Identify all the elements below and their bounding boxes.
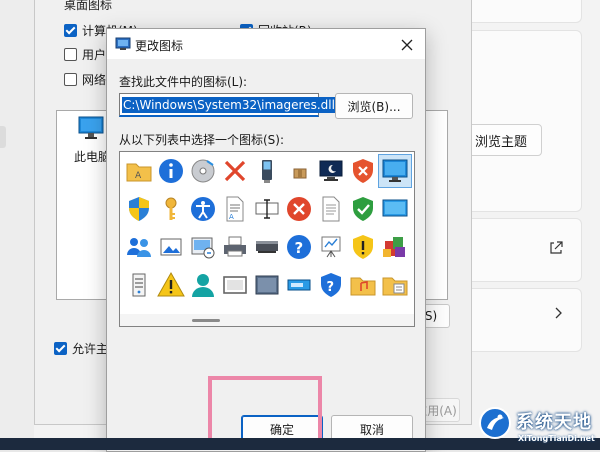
sleep-monitor-icon[interactable] bbox=[314, 154, 348, 188]
nav-indicator bbox=[0, 126, 6, 148]
printer-icon[interactable] bbox=[218, 230, 252, 264]
this-pc-label: 此电脑 bbox=[74, 150, 111, 164]
dialog-title: 更改图标 bbox=[135, 39, 184, 53]
shield-check-icon[interactable] bbox=[346, 192, 380, 226]
watermark-title: 系统天地 bbox=[516, 412, 592, 433]
shield-x-icon[interactable] bbox=[346, 154, 380, 188]
svg-text:?: ? bbox=[327, 280, 335, 295]
icon-file-path-value: C:\Windows\System32\imageres.dll bbox=[122, 97, 336, 113]
checkbox-box[interactable] bbox=[64, 24, 77, 37]
panel-icon[interactable] bbox=[250, 268, 284, 302]
drive-icon[interactable] bbox=[282, 268, 316, 302]
red-x-icon[interactable] bbox=[218, 154, 252, 188]
settings-nav-strip bbox=[0, 0, 34, 450]
network-checkbox[interactable]: 网络( bbox=[64, 71, 111, 88]
browse-themes-button[interactable]: 浏览主题 bbox=[460, 124, 542, 156]
svg-text:?: ? bbox=[295, 239, 304, 257]
icon-file-path-input[interactable]: C:\Windows\System32\imageres.dll bbox=[119, 93, 336, 117]
key-icon[interactable] bbox=[154, 192, 188, 226]
error-icon[interactable] bbox=[282, 192, 316, 226]
close-icon[interactable] bbox=[397, 35, 417, 55]
usb-drive-icon[interactable] bbox=[250, 154, 284, 188]
control-panel-icon[interactable] bbox=[186, 230, 220, 264]
help-icon[interactable]: ? bbox=[282, 230, 316, 264]
text-cursor-icon[interactable] bbox=[250, 192, 284, 226]
browse-button[interactable]: 浏览(B)... bbox=[335, 93, 413, 119]
folder-icon[interactable]: A bbox=[122, 154, 156, 188]
monitor-icon[interactable] bbox=[378, 154, 412, 188]
dialog-app-icon bbox=[115, 37, 131, 50]
programs-icon[interactable] bbox=[378, 230, 412, 264]
external-link-icon bbox=[550, 241, 563, 254]
warning-icon[interactable] bbox=[154, 268, 188, 302]
package-icon[interactable] bbox=[282, 154, 316, 188]
scrollbar-thumb[interactable] bbox=[192, 319, 220, 322]
uac-shield-icon[interactable] bbox=[122, 192, 156, 226]
dialog-titlebar[interactable]: 更改图标 bbox=[107, 29, 425, 59]
users-icon[interactable] bbox=[122, 230, 156, 264]
watermark: 系统天地 XiTongTianDi.net bbox=[470, 402, 600, 450]
checkbox-box[interactable] bbox=[64, 73, 77, 86]
checkbox-box[interactable] bbox=[64, 48, 77, 61]
horizontal-scrollbar[interactable] bbox=[120, 314, 414, 326]
picture-icon[interactable] bbox=[154, 230, 188, 264]
server-icon[interactable] bbox=[122, 268, 156, 302]
user-icon[interactable] bbox=[186, 268, 220, 302]
shield-help-icon[interactable]: ? bbox=[314, 268, 348, 302]
document-icon[interactable]: A bbox=[218, 192, 252, 226]
select-icon-label: 从以下列表中选择一个图标(S): bbox=[119, 133, 285, 147]
watermark-subtitle: XiTongTianDi.net bbox=[518, 434, 595, 443]
frame-icon[interactable] bbox=[218, 268, 252, 302]
annotation-highlight-box bbox=[208, 376, 322, 444]
accessibility-icon[interactable] bbox=[186, 192, 220, 226]
find-icons-label: 查找此文件中的图标(L): bbox=[119, 75, 248, 89]
info-icon[interactable] bbox=[154, 154, 188, 188]
music-folder-icon[interactable] bbox=[346, 268, 380, 302]
checkbox-box[interactable] bbox=[54, 342, 67, 355]
desktop-icons-group-label: 桌面图标 bbox=[64, 0, 113, 12]
blank-document-icon[interactable] bbox=[314, 192, 348, 226]
this-pc-icon[interactable] bbox=[78, 116, 104, 140]
svg-text:A: A bbox=[135, 171, 142, 181]
warning-shield-icon[interactable] bbox=[346, 230, 380, 264]
presentation-icon[interactable] bbox=[314, 230, 348, 264]
display-icon[interactable] bbox=[378, 192, 412, 226]
scanner-icon[interactable] bbox=[250, 230, 284, 264]
icon-list[interactable]: A A ? ? bbox=[119, 151, 415, 327]
svg-text:A: A bbox=[229, 213, 234, 221]
documents-folder-icon[interactable] bbox=[378, 268, 412, 302]
cd-drive-icon[interactable] bbox=[186, 154, 220, 188]
watermark-logo-icon bbox=[479, 407, 511, 439]
chevron-right-icon bbox=[555, 307, 562, 319]
